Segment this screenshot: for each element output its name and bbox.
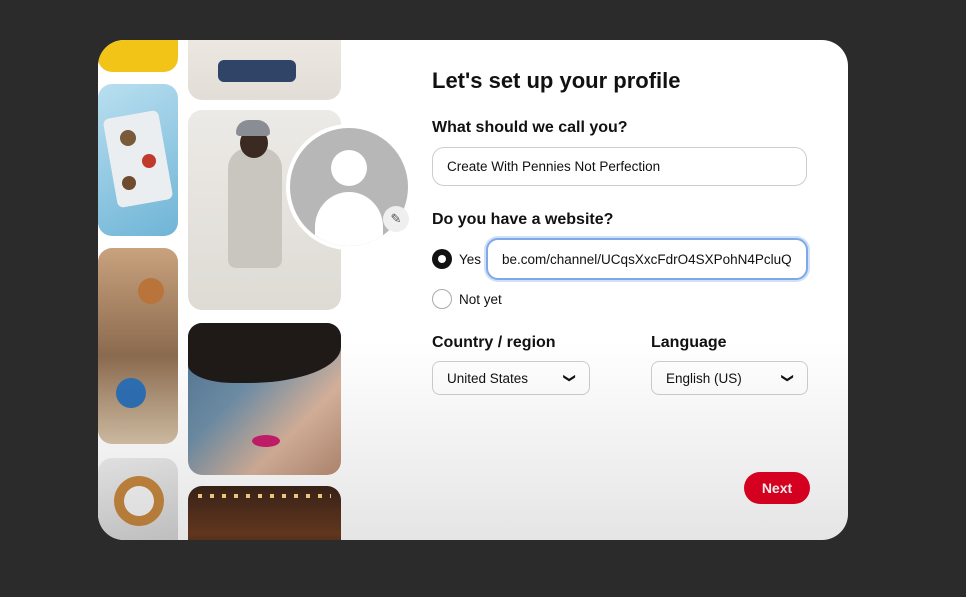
collage-photo-playroom [98, 248, 178, 444]
photo-collage-left [98, 40, 178, 540]
profile-setup-modal: ✎ Let's set up your profile What should … [98, 40, 848, 540]
language-label: Language [651, 334, 727, 351]
collage-photo-living-room [188, 40, 341, 100]
collage-photo-food-tray [98, 84, 178, 236]
page-title: Let's set up your profile [432, 68, 681, 93]
country-label: Country / region [432, 334, 556, 351]
website-not-yet-label[interactable]: Not yet [459, 292, 502, 307]
photo-collage-right [188, 40, 341, 540]
website-url-input[interactable]: be.com/channel/UCqsXxcFdrO4SXPohN4PcluQ [486, 238, 808, 280]
collage-photo-portrait [188, 323, 341, 475]
website-label: Do you have a website? [432, 211, 614, 228]
display-name-value: Create With Pennies Not Perfection [447, 159, 661, 174]
language-select[interactable]: English (US) ❯ [651, 361, 808, 395]
collage-photo-yellow-toy [98, 40, 178, 72]
name-label: What should we call you? [432, 119, 628, 136]
display-name-input[interactable]: Create With Pennies Not Perfection [432, 147, 807, 186]
country-value: United States [447, 370, 529, 386]
collage-photo-snack-bowl [98, 458, 178, 540]
user-silhouette-icon [331, 150, 367, 186]
chevron-down-icon: ❯ [780, 372, 795, 384]
website-yes-label[interactable]: Yes [459, 252, 481, 267]
country-select[interactable]: United States ❯ [432, 361, 590, 395]
chevron-down-icon: ❯ [562, 372, 577, 384]
edit-avatar-button[interactable]: ✎ [383, 206, 409, 232]
website-yes-radio[interactable] [432, 249, 452, 269]
pencil-icon: ✎ [390, 211, 402, 226]
website-not-yet-radio[interactable] [432, 289, 452, 309]
website-url-value: be.com/channel/UCqsXxcFdrO4SXPohN4PcluQ [502, 251, 792, 267]
language-value: English (US) [666, 370, 742, 386]
collage-photo-restaurant [188, 486, 341, 540]
next-button[interactable]: Next [744, 472, 810, 504]
